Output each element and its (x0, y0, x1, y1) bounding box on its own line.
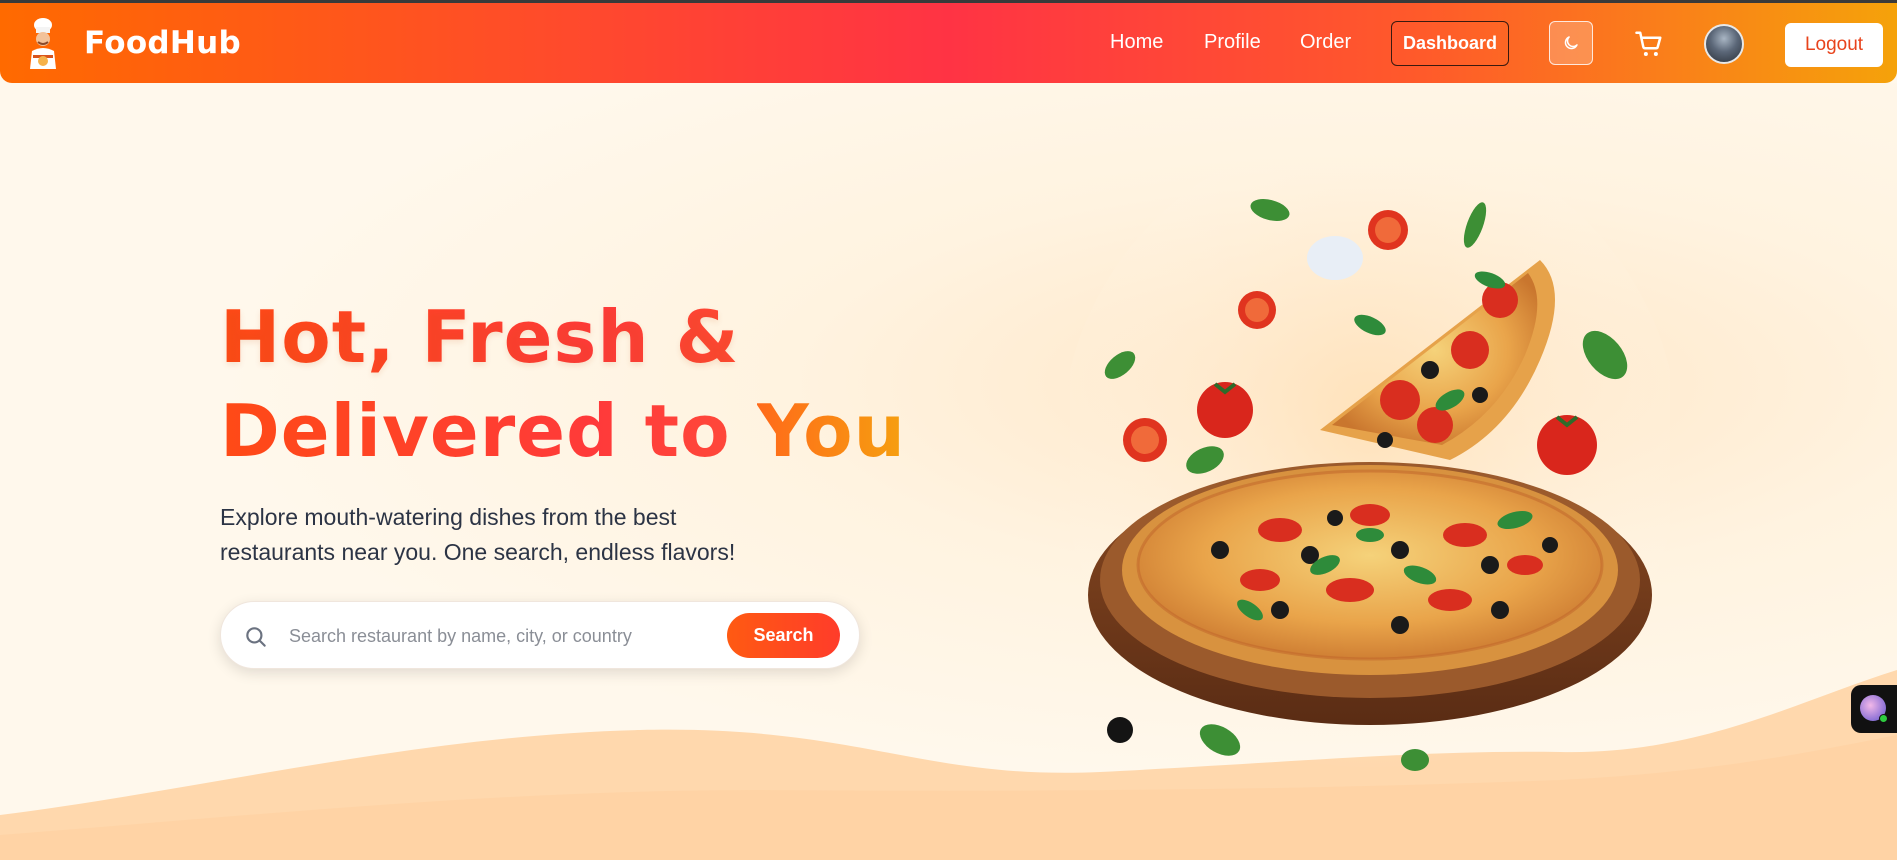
hero-subtext-line-1: Explore mouth-watering dishes from the b… (220, 504, 677, 530)
headline-line-2-highlight: You (756, 389, 906, 473)
search-input[interactable] (289, 618, 709, 654)
logout-button[interactable]: Logout (1785, 23, 1883, 67)
hero-subtext-line-2: restaurants near you. One search, endles… (220, 539, 736, 565)
headline-line-2-start: Delivered to (220, 389, 757, 473)
online-status-dot (1879, 714, 1888, 723)
theme-toggle-button[interactable] (1549, 21, 1593, 65)
cart-button[interactable] (1634, 29, 1664, 59)
dashboard-button[interactable]: Dashboard (1391, 21, 1509, 66)
pizza-illustration (1070, 170, 1670, 771)
brand-name: FoodHub (84, 25, 242, 61)
nav-home[interactable]: Home (1110, 31, 1163, 54)
cart-icon (1635, 31, 1662, 56)
nav-profile[interactable]: Profile (1204, 31, 1261, 54)
nav-order[interactable]: Order (1300, 31, 1351, 54)
headline-line-1: Hot, Fresh & (220, 290, 906, 384)
chef-logo-icon (22, 17, 64, 69)
search-button[interactable]: Search (727, 613, 840, 658)
navbar: FoodHub Home Profile Order Dashboard Log… (0, 3, 1897, 83)
hero-headline: Hot, Fresh & Delivered to You (220, 290, 906, 478)
moon-icon (1564, 36, 1578, 50)
assistant-widget[interactable] (1851, 685, 1897, 733)
search-icon (246, 627, 266, 647)
user-avatar[interactable] (1704, 24, 1744, 64)
search-bar: Search (220, 601, 860, 669)
hero-subtext: Explore mouth-watering dishes from the b… (220, 500, 780, 570)
brand[interactable]: FoodHub (22, 17, 241, 69)
